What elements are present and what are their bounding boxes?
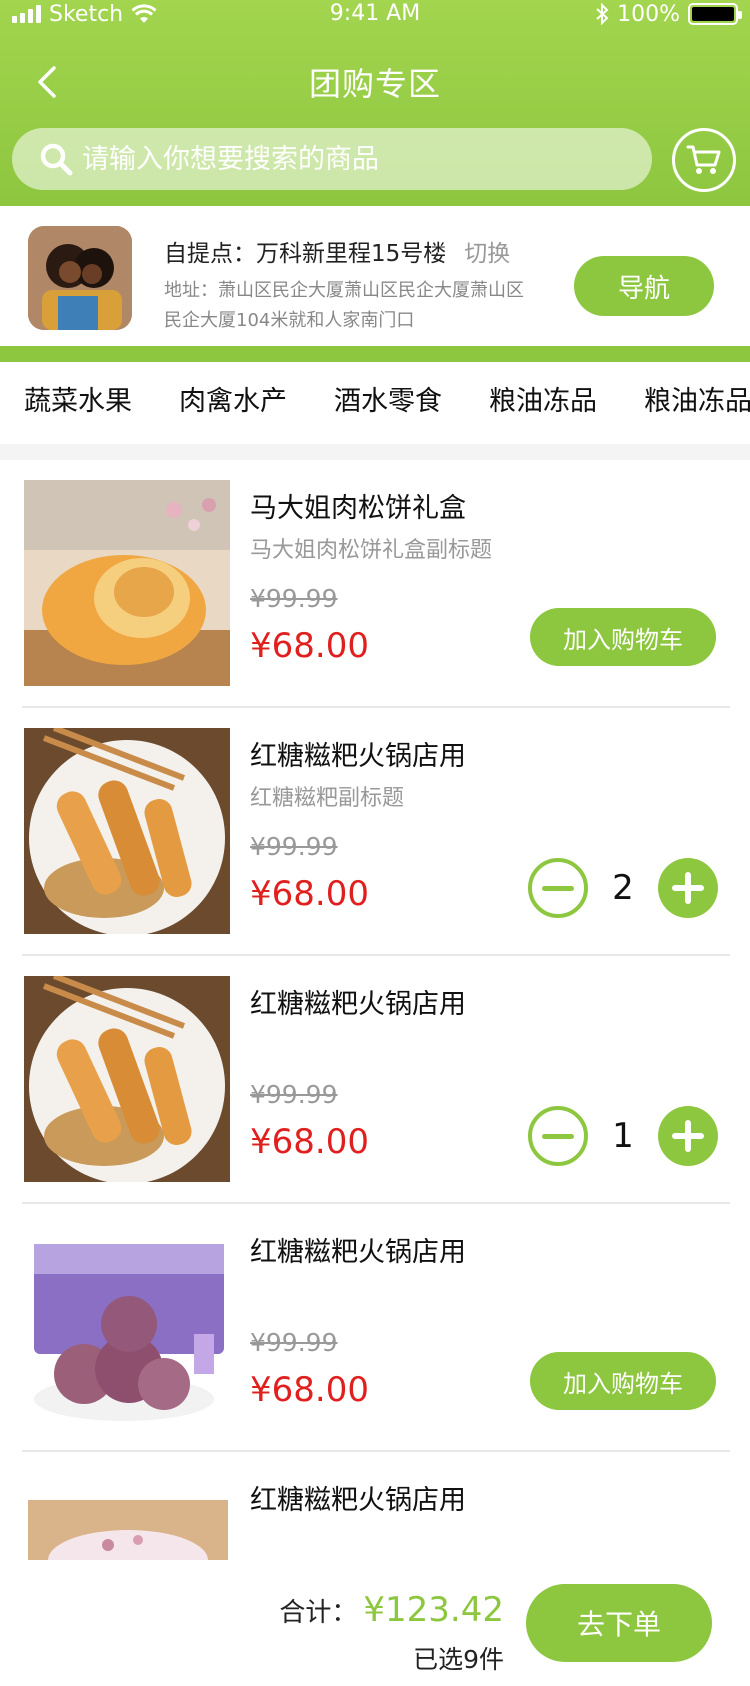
quantity-value: 2 bbox=[612, 868, 634, 908]
quantity-stepper: 1 bbox=[528, 1106, 718, 1166]
product-name: 红糖糍粑火锅店用 bbox=[250, 1485, 466, 1516]
status-right: 100% bbox=[595, 0, 742, 28]
header: Sketch 9:41 AM 100% 团购专区 bbox=[0, 0, 750, 206]
product-image bbox=[24, 1224, 230, 1430]
page-title: 团购专区 bbox=[308, 65, 441, 103]
pickup-avatar bbox=[28, 226, 132, 330]
cart-icon bbox=[686, 145, 721, 174]
increase-button[interactable] bbox=[658, 1106, 718, 1166]
pickup-point-card: 自提点：万科新里程15号楼 切换 地址：萧山区民企大厦萧山区民企大厦萧山区民企大厦… bbox=[0, 206, 750, 346]
tab-vegetables-fruits[interactable]: 蔬菜水果 bbox=[24, 382, 132, 422]
product-image bbox=[24, 728, 230, 934]
sale-price: ¥68.00 bbox=[250, 626, 369, 666]
product-item[interactable]: 红糖糍粑火锅店用 ¥99.99 ¥68.00 1 bbox=[0, 956, 750, 1204]
original-price: ¥99.99 bbox=[250, 584, 338, 613]
product-name: 红糖糍粑火锅店用 bbox=[250, 741, 466, 772]
bluetooth-icon bbox=[596, 3, 609, 25]
tab-grain-frozen-2[interactable]: 粮油冻品 bbox=[644, 382, 750, 422]
total-amount: ¥123.42 bbox=[363, 1590, 504, 1630]
total-label: 合计： bbox=[279, 1598, 358, 1628]
pickup-name: 自提点：万科新里程15号楼 bbox=[164, 241, 447, 267]
tab-meat-seafood[interactable]: 肉禽水产 bbox=[179, 382, 287, 422]
search-input[interactable] bbox=[74, 143, 652, 175]
product-item[interactable]: 马大姐肉松饼礼盒 马大姐肉松饼礼盒副标题 ¥99.99 ¥68.00 加入购物车 bbox=[0, 460, 750, 708]
cart-button[interactable] bbox=[672, 128, 736, 192]
original-price: ¥99.99 bbox=[250, 1080, 338, 1109]
tab-grain-frozen[interactable]: 粮油冻品 bbox=[489, 382, 597, 422]
product-name: 马大姐肉松饼礼盒 bbox=[250, 493, 466, 524]
navigate-button[interactable]: 导航 bbox=[574, 256, 714, 316]
search-box[interactable] bbox=[12, 128, 652, 190]
quantity-stepper: 2 bbox=[528, 858, 718, 918]
status-bar: Sketch 9:41 AM 100% bbox=[0, 0, 750, 30]
pickup-address: 地址：萧山区民企大厦萧山区民企大厦萧山区民企大厦104米就和人家南门口 bbox=[164, 280, 524, 331]
total-row: 合计： ¥123.42 bbox=[279, 1590, 504, 1630]
minus-icon bbox=[542, 885, 574, 891]
sale-price: ¥68.00 bbox=[250, 1370, 369, 1410]
product-image bbox=[24, 976, 230, 1182]
decrease-button[interactable] bbox=[528, 1106, 588, 1166]
checkout-bar: 合计： ¥123.42 已选9件 去下单 bbox=[0, 1560, 750, 1686]
product-subtitle: 马大姐肉松饼礼盒副标题 bbox=[250, 538, 493, 563]
decrease-button[interactable] bbox=[528, 858, 588, 918]
selected-count: 已选9件 bbox=[413, 1645, 504, 1674]
product-item[interactable]: 红糖糍粑火锅店用 bbox=[0, 1452, 750, 1560]
product-name: 红糖糍粑火锅店用 bbox=[250, 1237, 466, 1268]
product-name: 红糖糍粑火锅店用 bbox=[250, 989, 466, 1020]
pickup-name-row: 自提点：万科新里程15号楼 切换 bbox=[164, 234, 510, 268]
product-item[interactable]: 红糖糍粑火锅店用 红糖糍粑副标题 ¥99.99 ¥68.00 2 bbox=[0, 708, 750, 956]
original-price: ¥99.99 bbox=[250, 1328, 338, 1357]
increase-button[interactable] bbox=[658, 858, 718, 918]
search-icon bbox=[40, 143, 73, 176]
sale-price: ¥68.00 bbox=[250, 874, 369, 914]
quantity-value: 1 bbox=[612, 1116, 634, 1156]
section-gap bbox=[0, 444, 750, 460]
tab-drinks-snacks[interactable]: 酒水零食 bbox=[334, 382, 442, 422]
checkout-button[interactable]: 去下单 bbox=[526, 1584, 712, 1662]
divider-strip bbox=[0, 346, 750, 362]
add-to-cart-button[interactable]: 加入购物车 bbox=[530, 608, 716, 666]
original-price: ¥99.99 bbox=[250, 832, 338, 861]
add-to-cart-button[interactable]: 加入购物车 bbox=[530, 1352, 716, 1410]
sale-price: ¥68.00 bbox=[250, 1122, 369, 1162]
product-image bbox=[28, 1500, 228, 1560]
product-subtitle: 红糖糍粑副标题 bbox=[250, 786, 405, 811]
category-tabs: 蔬菜水果 肉禽水产 酒水零食 粮油冻品 粮油冻品 bbox=[0, 362, 750, 444]
product-image bbox=[24, 480, 230, 686]
product-item[interactable]: 红糖糍粑火锅店用 ¥99.99 ¥68.00 加入购物车 bbox=[0, 1204, 750, 1452]
minus-icon bbox=[542, 1133, 574, 1139]
battery-icon bbox=[688, 3, 742, 25]
battery-percent: 100% bbox=[617, 1, 680, 27]
switch-link[interactable]: 切换 bbox=[464, 241, 510, 267]
